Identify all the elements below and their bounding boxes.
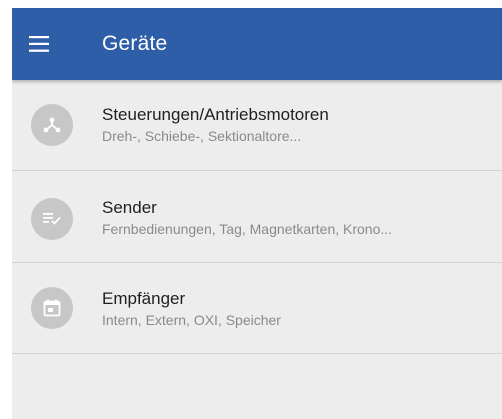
device-list: Steuerungen/Antriebsmotoren Dreh-, Schie… — [12, 80, 502, 354]
item-title: Sender — [102, 198, 157, 217]
menu-button[interactable] — [26, 30, 54, 58]
page-title: Geräte — [102, 32, 168, 55]
receiver-calendar-icon — [31, 287, 73, 329]
hamburger-menu-icon — [29, 36, 49, 52]
list-item-steuerungen[interactable]: Steuerungen/Antriebsmotoren Dreh-, Schie… — [12, 80, 502, 171]
item-subtitle: Dreh-, Schiebe-, Sektionaltore... — [102, 128, 302, 144]
list-item-empfaenger[interactable]: Empfänger Intern, Extern, OXI, Speicher — [12, 263, 502, 354]
app-toolbar: Geräte — [12, 8, 502, 80]
item-title: Empfänger — [102, 289, 186, 308]
list-item-sender[interactable]: Sender Fernbedienungen, Tag, Magnetkarte… — [12, 171, 502, 263]
item-subtitle: Fernbedienungen, Tag, Magnetkarten, Kron… — [102, 221, 393, 237]
item-title: Steuerungen/Antriebsmotoren — [102, 105, 329, 124]
item-subtitle: Intern, Extern, OXI, Speicher — [102, 312, 281, 328]
transmitter-list-icon — [31, 198, 73, 240]
app-window: Geräte Steuerungen/Antriebsmotoren Dreh-… — [12, 8, 502, 419]
control-unit-icon — [31, 104, 73, 146]
